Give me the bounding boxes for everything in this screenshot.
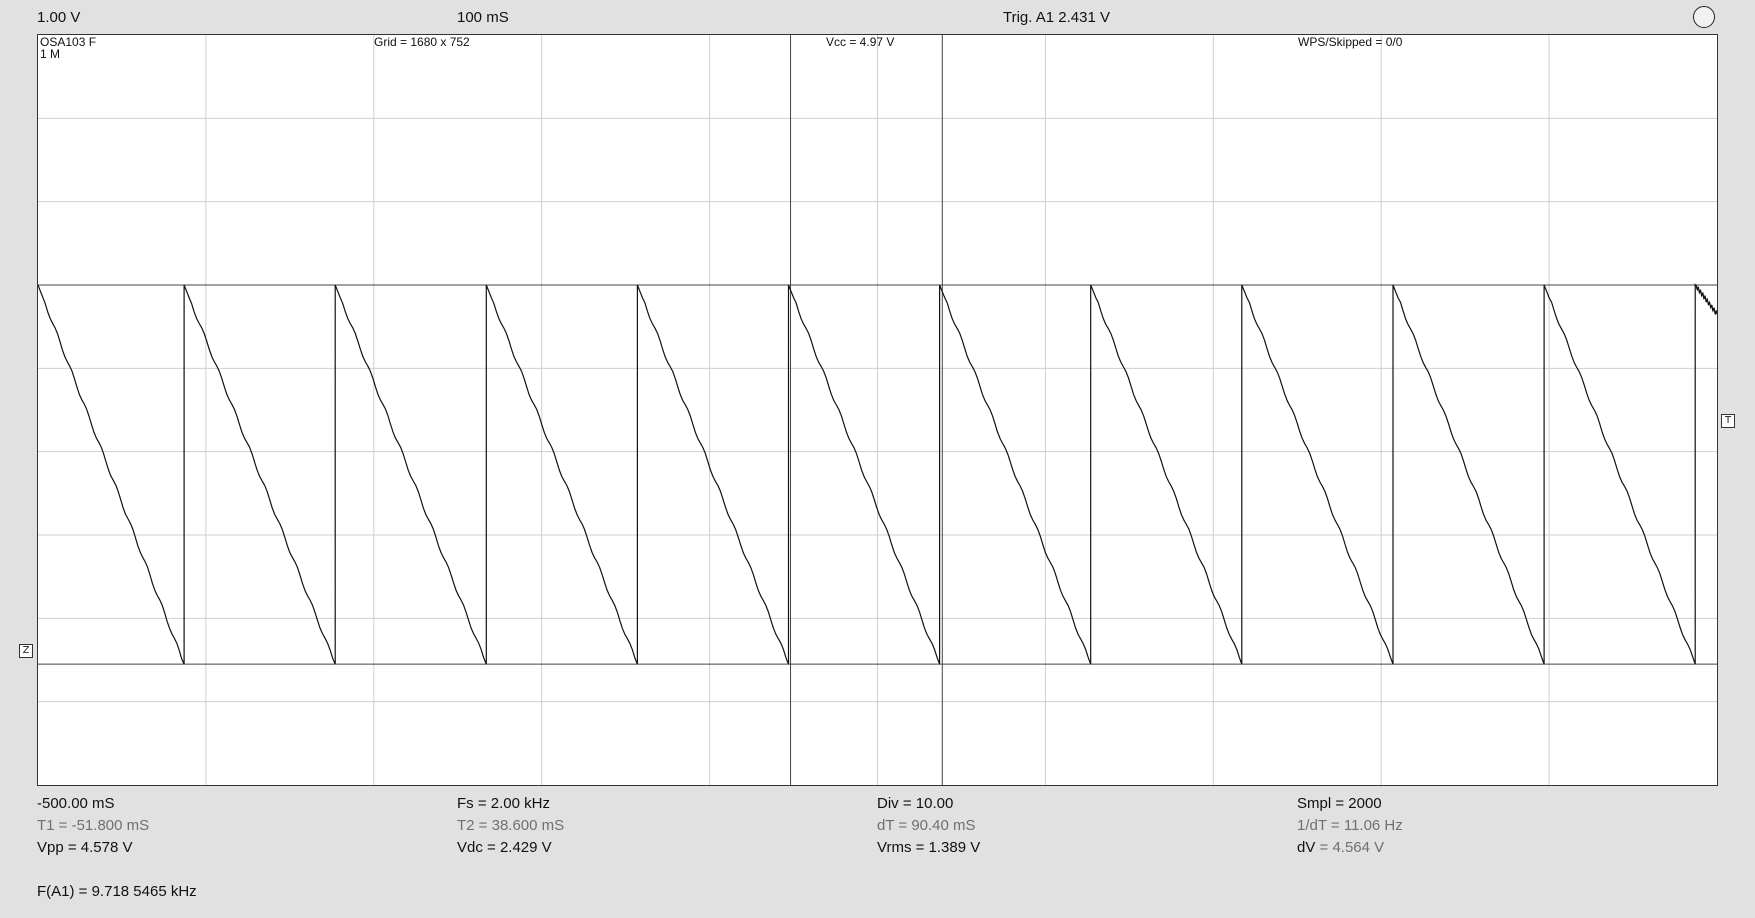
scope-screen[interactable]: OSA103 F 1 M Grid = 1680 x 752 Vcc = 4.9… xyxy=(37,34,1718,786)
sample-count: Smpl = 2000 xyxy=(1297,795,1382,812)
vrms-readout: Vrms = 1.389 V xyxy=(877,839,981,856)
waveform-plot xyxy=(38,35,1717,785)
time-offset: -500.00 mS xyxy=(37,795,115,812)
cursor-inv-dt: 1/dT = 11.06 Hz xyxy=(1297,817,1403,834)
dv-value: = 4.564 V xyxy=(1315,839,1385,856)
wps-label: WPS/Skipped = 0/0 xyxy=(1298,35,1403,49)
grid-label: Grid = 1680 x 752 xyxy=(374,35,470,49)
vpp-readout: Vpp = 4.578 V xyxy=(37,839,133,856)
cursor-t1: T1 = -51.800 mS xyxy=(37,817,150,834)
division-count: Div = 10.00 xyxy=(877,795,954,812)
ground-marker[interactable]: Z xyxy=(19,644,33,658)
time-per-div: 100 mS xyxy=(457,9,509,26)
record-circle-button[interactable] xyxy=(1693,6,1715,28)
vcc-label: Vcc = 4.97 V xyxy=(826,35,895,49)
cursor-t2: T2 = 38.600 mS xyxy=(457,817,565,834)
sample-rate: Fs = 2.00 kHz xyxy=(457,795,550,812)
cursor-dt: dT = 90.40 mS xyxy=(877,817,976,834)
volts-per-div: 1.00 V xyxy=(37,9,81,26)
trigger-level-marker[interactable]: T xyxy=(1721,414,1735,428)
depth-label: 1 M xyxy=(40,47,61,61)
vdc-readout: Vdc = 2.429 V xyxy=(457,839,552,856)
dv-name: dV xyxy=(1297,839,1316,856)
frequency-readout: F(A1) = 9.718 5465 kHz xyxy=(37,883,197,900)
dv-readout: dV = 4.564 V xyxy=(1297,839,1384,856)
trigger-readout: Trig. A1 2.431 V xyxy=(1003,9,1111,26)
